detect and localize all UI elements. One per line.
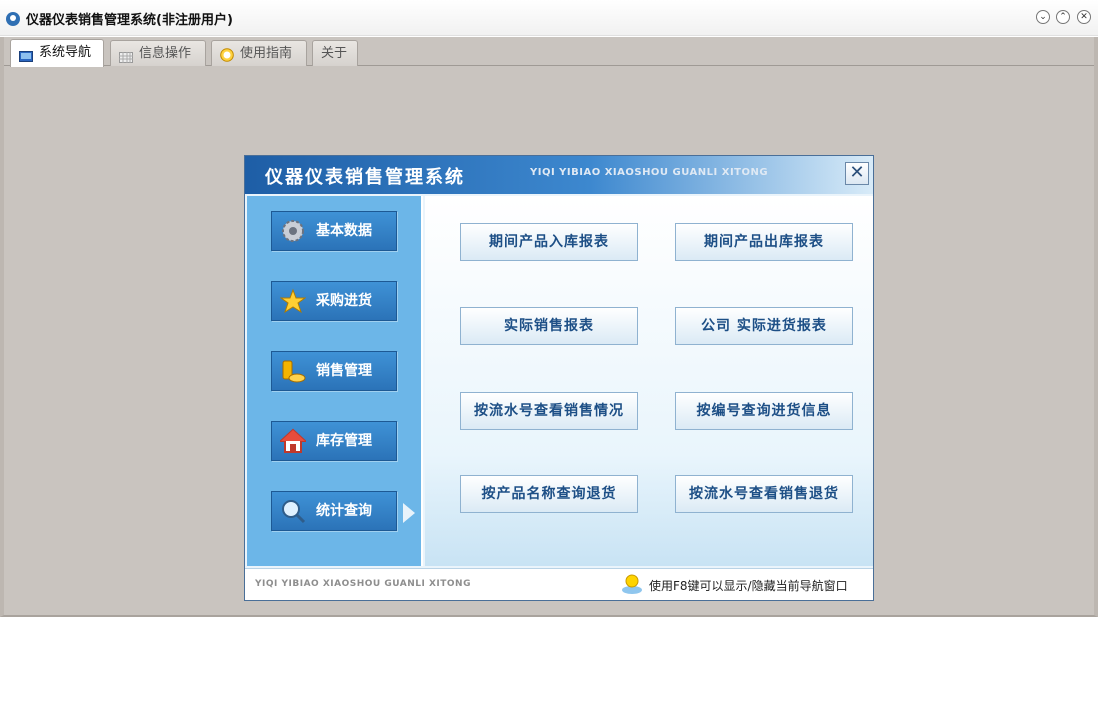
- clock-icon: [220, 46, 234, 62]
- tab-about[interactable]: 关于: [312, 40, 358, 66]
- tab-info-operation[interactable]: 信息操作: [110, 40, 206, 66]
- tab-user-guide[interactable]: 使用指南: [211, 40, 307, 66]
- monitor-icon: [19, 46, 33, 62]
- report-period-outbound-button[interactable]: 期间产品出库报表: [675, 223, 853, 261]
- tab-strip: 系统导航 信息操作 使用指南 关于: [4, 37, 1094, 67]
- maximize-button[interactable]: ⌃: [1056, 10, 1070, 24]
- star-icon: [279, 288, 307, 314]
- app-logo-icon: [6, 12, 20, 26]
- nav-label: 采购进货: [316, 293, 372, 309]
- report-actual-sales-button[interactable]: 实际销售报表: [460, 307, 638, 345]
- tab-system-navigation[interactable]: 系统导航: [10, 39, 104, 67]
- panel-footer: YIQI YIBIAO XIAOSHOU GUANLI XITONG 使用F8键…: [245, 568, 873, 600]
- nav-purchase-button[interactable]: 采购进货: [271, 281, 397, 321]
- nav-inventory-button[interactable]: 库存管理: [271, 421, 397, 461]
- nav-label: 统计查询: [316, 503, 372, 519]
- window-titlebar: 仪器仪表销售管理系统(非注册用户) ⌄ ⌃ ✕: [0, 0, 1098, 36]
- tab-label: 信息操作: [139, 46, 192, 61]
- grid-icon: [119, 47, 133, 63]
- navigation-panel: 仪器仪表销售管理系统 YIQI YIBIAO XIAOSHOU GUANLI X…: [244, 155, 874, 601]
- report-area: 期间产品入库报表 期间产品出库报表 实际销售报表 公司 实际进货报表 按流水号查…: [425, 196, 873, 566]
- category-sidebar: 基本数据 采购进货 销售管理 库存管理 统计查询: [247, 196, 423, 566]
- expand-arrow-icon[interactable]: [403, 503, 415, 523]
- query-purchase-by-code-button[interactable]: 按编号查询进货信息: [675, 392, 853, 430]
- nav-label: 基本数据: [316, 223, 372, 239]
- window-title: 仪器仪表销售管理系统(非注册用户): [26, 13, 233, 28]
- coins-icon: [280, 358, 306, 384]
- nav-label: 销售管理: [316, 363, 372, 379]
- tab-label: 使用指南: [240, 46, 293, 61]
- magnifier-icon: [280, 498, 306, 524]
- close-window-button[interactable]: ✕: [1077, 10, 1091, 24]
- panel-pinyin: YIQI YIBIAO XIAOSHOU GUANLI XITONG: [530, 167, 769, 178]
- footer-pinyin: YIQI YIBIAO XIAOSHOU GUANLI XITONG: [255, 579, 471, 589]
- gear-icon: [280, 218, 306, 244]
- panel-close-button[interactable]: ✕: [845, 162, 869, 185]
- panel-header: 仪器仪表销售管理系统 YIQI YIBIAO XIAOSHOU GUANLI X…: [245, 156, 873, 194]
- nav-sales-button[interactable]: 销售管理: [271, 351, 397, 391]
- panel-title: 仪器仪表销售管理系统: [265, 167, 465, 188]
- tab-label: 关于: [321, 46, 348, 61]
- lightbulb-icon: [621, 573, 643, 595]
- query-sales-returns-by-serial-button[interactable]: 按流水号查看销售退货: [675, 475, 853, 513]
- nav-statistics-button[interactable]: 统计查询: [271, 491, 397, 531]
- query-returns-by-product-button[interactable]: 按产品名称查询退货: [460, 475, 638, 513]
- nav-basic-data-button[interactable]: 基本数据: [271, 211, 397, 251]
- tab-label: 系统导航: [39, 45, 92, 60]
- report-company-purchase-button[interactable]: 公司 实际进货报表: [675, 307, 853, 345]
- house-icon: [278, 428, 308, 454]
- report-period-inbound-button[interactable]: 期间产品入库报表: [460, 223, 638, 261]
- minimize-button[interactable]: ⌄: [1036, 10, 1050, 24]
- footer-tip: 使用F8键可以显示/隐藏当前导航窗口: [649, 579, 848, 593]
- nav-label: 库存管理: [316, 433, 372, 449]
- query-sales-by-serial-button[interactable]: 按流水号查看销售情况: [460, 392, 638, 430]
